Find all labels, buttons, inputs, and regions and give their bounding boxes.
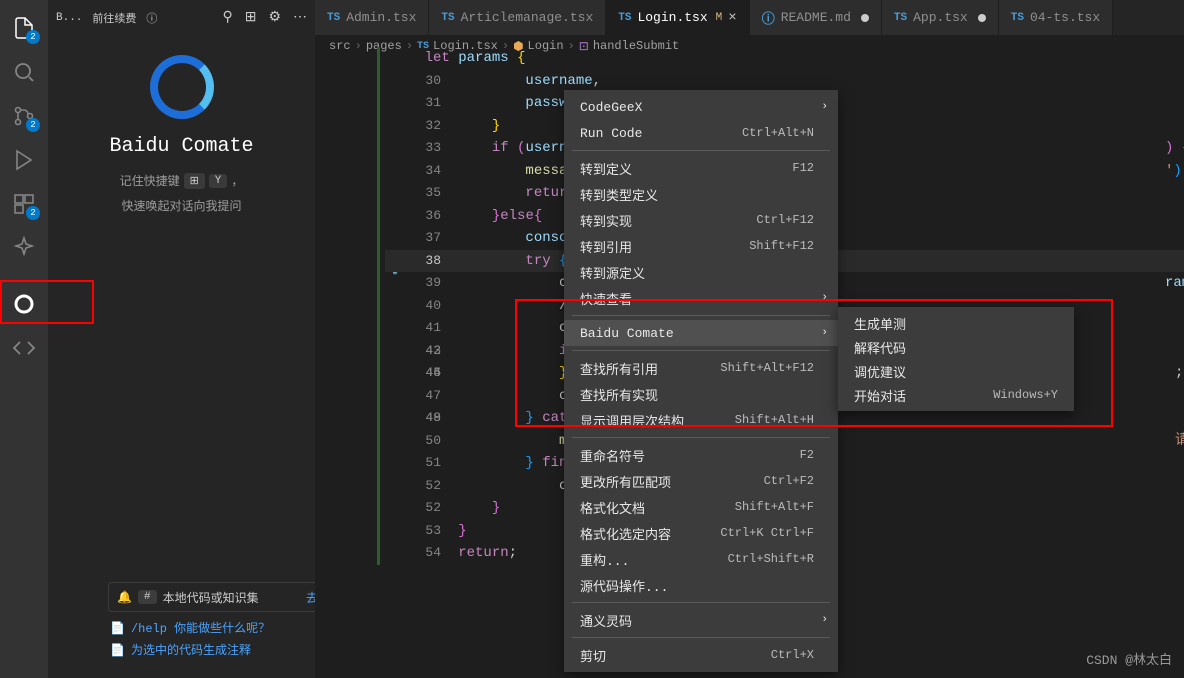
grid-icon[interactable]: ⊞ (245, 9, 257, 26)
menu-goto-typedef[interactable]: 转到类型定义 (564, 181, 838, 207)
menu-runcode[interactable]: Run CodeCtrl+Alt+N (564, 120, 838, 146)
suggestion-text: 本地代码或知识集 (163, 589, 259, 606)
context-menu: CodeGeeX› Run CodeCtrl+Alt+N 转到定义F12 转到类… (564, 90, 838, 672)
comate-activity-icon[interactable] (0, 284, 48, 324)
sidebar: B... 前往续费 ⓘ ⚲ ⊞ ⚙ ⋯ Baidu Comate 记住快捷键 ⊞… (48, 0, 315, 678)
menu-tongyi[interactable]: 通义灵码› (564, 607, 838, 633)
brand-title: Baidu Comate (109, 135, 253, 158)
bell-icon: 🔔 (117, 590, 132, 605)
submenu-chat[interactable]: 开始对话Windows+Y (838, 383, 1074, 407)
gear-icon[interactable]: ⚙ (268, 9, 281, 26)
files-badge: 2 (26, 30, 40, 44)
files-icon[interactable]: 2 (0, 8, 48, 48)
code-icon[interactable] (0, 328, 48, 368)
menu-call-hierarchy[interactable]: 显示调用层次结构Shift+Alt+H (564, 407, 838, 433)
ts-icon: TS (1011, 12, 1024, 24)
hint-links: 📄/help 你能做些什么呢？ 📄为选中的代码生成注释 (110, 618, 270, 662)
submenu-explain[interactable]: 解释代码 (838, 335, 1074, 359)
debug-icon[interactable] (0, 140, 48, 180)
sidebar-title: B... (56, 12, 82, 24)
tab-login[interactable]: TSLogin.tsxM× (606, 0, 749, 35)
sparkle-icon[interactable] (0, 228, 48, 268)
menu-find-refs[interactable]: 查找所有引用Shift+Alt+F12 (564, 355, 838, 381)
search-icon[interactable] (0, 52, 48, 92)
comate-submenu: 生成单测 解释代码 调优建议 开始对话Windows+Y (838, 307, 1074, 411)
info-icon: ⓘ (762, 8, 775, 27)
menu-cut[interactable]: 剪切Ctrl+X (564, 642, 838, 668)
menu-source-actions[interactable]: 源代码操作... (564, 572, 838, 598)
hint-help[interactable]: 📄/help 你能做些什么呢？ (110, 618, 270, 640)
close-icon[interactable]: × (728, 10, 736, 26)
activity-bar: 2 2 2 (0, 0, 48, 678)
tip-key1: ⊞ (184, 173, 205, 189)
hint-comment[interactable]: 📄为选中的代码生成注释 (110, 640, 270, 662)
dirty-dot (978, 14, 986, 22)
tab-admin[interactable]: TSAdmin.tsx (315, 0, 429, 35)
hash-icon: # (138, 590, 157, 604)
sidebar-body: Baidu Comate 记住快捷键 ⊞ Y ， 快速唤起对话向我提问 (48, 35, 315, 242)
tip-prefix: 记住快捷键 (120, 172, 180, 189)
menu-peek[interactable]: 快速查看› (564, 285, 838, 311)
ts-icon: TS (894, 12, 907, 24)
welcome-tip1: 记住快捷键 ⊞ Y ， (120, 172, 244, 189)
menu-find-impls[interactable]: 查找所有实现 (564, 381, 838, 407)
menu-format-doc[interactable]: 格式化文档Shift+Alt+F (564, 494, 838, 520)
ext-badge: 2 (26, 206, 40, 220)
menu-format-sel[interactable]: 格式化选定内容Ctrl+K Ctrl+F (564, 520, 838, 546)
ts-icon: TS (327, 12, 340, 24)
tip-suffix: ， (231, 172, 243, 189)
modified-badge: M (716, 12, 723, 24)
person-icon[interactable]: ⚲ (222, 9, 232, 26)
tab-bar: TSAdmin.tsx TSArticlemanage.tsx TSLogin.… (315, 0, 1184, 35)
ts-icon: TS (441, 12, 454, 24)
scm-icon[interactable]: 2 (0, 96, 48, 136)
scm-badge: 2 (26, 118, 40, 132)
submenu-gentest[interactable]: 生成单测 (838, 311, 1074, 335)
menu-codegeex[interactable]: CodeGeeX› (564, 94, 838, 120)
menu-rename[interactable]: 重命名符号F2 (564, 442, 838, 468)
menu-goto-srcdef[interactable]: 转到源定义 (564, 259, 838, 285)
tip-key2: Y (209, 174, 228, 188)
sidebar-renew-link[interactable]: 前往续费 (92, 10, 136, 26)
menu-baidu-comate[interactable]: Baidu Comate› (564, 320, 838, 346)
tab-04ts[interactable]: TS04-ts.tsx (999, 0, 1113, 35)
watermark: CSDN @林太白 (1086, 649, 1172, 668)
doc-icon: 📄 (110, 640, 125, 662)
tab-app[interactable]: TSApp.tsx (882, 0, 999, 35)
menu-refactor[interactable]: 重构...Ctrl+Shift+R (564, 546, 838, 572)
dirty-dot (861, 14, 869, 22)
welcome-tip2: 快速唤起对话向我提问 (121, 197, 241, 214)
sidebar-header: B... 前往续费 ⓘ ⚲ ⊞ ⚙ ⋯ (48, 0, 315, 35)
more-icon[interactable]: ⋯ (293, 9, 307, 26)
comate-logo (150, 55, 214, 119)
menu-goto-ref[interactable]: 转到引用Shift+F12 (564, 233, 838, 259)
extensions-icon[interactable]: 2 (0, 184, 48, 224)
tab-readme[interactable]: ⓘREADME.md (750, 0, 882, 35)
menu-change-all[interactable]: 更改所有匹配项Ctrl+F2 (564, 468, 838, 494)
menu-goto-def[interactable]: 转到定义F12 (564, 155, 838, 181)
tab-articlemanage[interactable]: TSArticlemanage.tsx (429, 0, 606, 35)
menu-goto-impl[interactable]: 转到实现Ctrl+F12 (564, 207, 838, 233)
submenu-optimize[interactable]: 调优建议 (838, 359, 1074, 383)
doc-icon: 📄 (110, 618, 125, 640)
ts-icon: TS (618, 12, 631, 24)
sidebar-toolbar: ⚲ ⊞ ⚙ ⋯ (222, 9, 307, 26)
